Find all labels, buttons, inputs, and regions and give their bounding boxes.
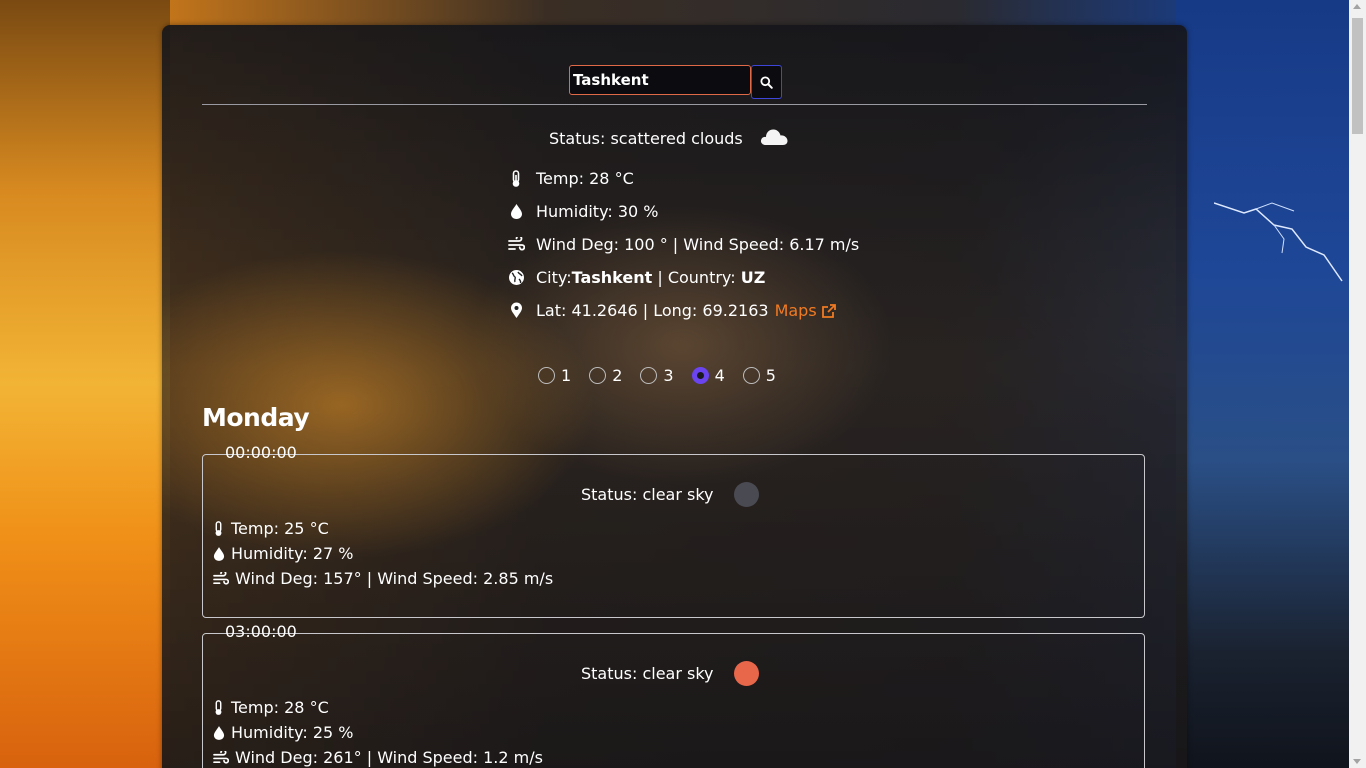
current-temp: Temp: 28 °C <box>536 169 634 188</box>
slot-humidity-row: Humidity: 25 % <box>213 723 354 742</box>
radio-button[interactable] <box>742 367 760 384</box>
slot-wind-row: Wind Deg: 157° | Wind Speed: 2.85 m/s <box>213 569 553 588</box>
current-humidity-row: Humidity: 30 % <box>507 202 659 221</box>
external-link-icon <box>821 303 836 318</box>
slot-status-text: Status: clear sky <box>581 485 714 504</box>
slot-temp-row: Temp: 28 °C <box>213 698 329 717</box>
radio-button[interactable] <box>538 367 555 384</box>
slot-time: 03:00:00 <box>225 622 297 641</box>
droplet-icon <box>213 546 227 562</box>
scrollbar-thumb[interactable] <box>1352 18 1363 134</box>
radio-button[interactable] <box>640 367 658 384</box>
current-location-row: City: Tashkent | Country: UZ <box>507 268 765 287</box>
city-search-input[interactable] <box>569 65 751 95</box>
day-title: Monday <box>202 403 310 432</box>
slot-humidity: Humidity: 25 % <box>231 723 354 742</box>
droplet-icon <box>213 725 227 741</box>
background-sunset <box>0 0 170 768</box>
day-option-label: 1 <box>561 366 572 385</box>
moon-icon <box>733 482 759 507</box>
slot-time: 00:00:00 <box>225 443 297 462</box>
thermometer-icon <box>213 520 227 537</box>
search-bar <box>569 65 782 99</box>
city-prefix: City: <box>536 268 572 287</box>
thermometer-icon <box>213 699 227 716</box>
sun-icon <box>733 661 759 686</box>
page-scrollbar[interactable] <box>1349 0 1366 768</box>
day-option-4[interactable]: 4 <box>691 366 725 385</box>
background-storm <box>1176 0 1366 768</box>
current-wind-row: Wind Deg: 100 ° | Wind Speed: 6.17 m/s <box>507 235 859 254</box>
lightning-decoration <box>1214 202 1343 282</box>
current-wind: Wind Deg: 100 ° | Wind Speed: 6.17 m/s <box>536 235 860 254</box>
country-code: UZ <box>740 268 766 287</box>
slot-temp-row: Temp: 25 °C <box>213 519 329 538</box>
search-icon <box>760 75 773 89</box>
radio-button[interactable] <box>589 367 607 384</box>
slot-wind: Wind Deg: 261° | Wind Speed: 1.2 m/s <box>235 748 543 767</box>
slot-humidity: Humidity: 27 % <box>231 544 354 563</box>
current-status: Status: scattered clouds <box>549 126 789 150</box>
wind-icon <box>213 571 231 586</box>
slot-temp: Temp: 28 °C <box>231 698 329 717</box>
slot-wind-row: Wind Deg: 261° | Wind Speed: 1.2 m/s <box>213 748 543 767</box>
map-pin-icon <box>507 302 525 320</box>
slot-wind: Wind Deg: 157° | Wind Speed: 2.85 m/s <box>235 569 554 588</box>
current-status-text: Status: scattered clouds <box>549 128 743 148</box>
day-option-label: 2 <box>612 366 623 385</box>
day-option-5[interactable]: 5 <box>742 366 776 385</box>
day-option-label: 3 <box>663 366 674 385</box>
slot-temp: Temp: 25 °C <box>231 519 329 538</box>
forecast-slot: 00:00:00 Status: clear sky Temp: 25 °C H… <box>202 443 1145 618</box>
city-name: Tashkent <box>571 268 653 287</box>
day-option-label: 4 <box>714 366 725 385</box>
coordinates: Lat: 41.2646 | Long: 69.2163 <box>536 301 769 320</box>
country-prefix: | Country: <box>652 268 741 287</box>
day-option-1[interactable]: 1 <box>538 366 571 385</box>
current-temp-row: Temp: 28 °C <box>507 169 634 188</box>
radio-button-checked[interactable] <box>691 367 709 384</box>
droplet-icon <box>507 203 525 221</box>
day-selector: 1 2 3 4 5 <box>538 366 794 385</box>
maps-link[interactable]: Maps <box>775 301 837 320</box>
day-option-2[interactable]: 2 <box>589 366 622 385</box>
day-option-label: 5 <box>765 366 776 385</box>
slot-status-row: Status: clear sky <box>581 482 759 507</box>
scroll-down-icon[interactable] <box>1353 759 1361 764</box>
globe-icon <box>507 269 525 287</box>
search-button[interactable] <box>751 65 782 99</box>
maps-link-label: Maps <box>774 301 817 320</box>
slot-humidity-row: Humidity: 27 % <box>213 544 354 563</box>
day-option-3[interactable]: 3 <box>640 366 674 385</box>
divider <box>202 104 1147 105</box>
current-humidity: Humidity: 30 % <box>536 202 659 221</box>
wind-icon <box>213 750 231 765</box>
current-coords-row: Lat: 41.2646 | Long: 69.2163 Maps <box>507 301 837 320</box>
scroll-up-icon[interactable] <box>1353 4 1361 9</box>
thermometer-icon <box>507 169 525 188</box>
wind-icon <box>507 236 525 254</box>
slot-status-text: Status: clear sky <box>581 664 714 683</box>
cloud-icon <box>759 126 789 150</box>
slot-status-row: Status: clear sky <box>581 661 759 686</box>
forecast-slot: 03:00:00 Status: clear sky Temp: 28 °C H… <box>202 622 1145 768</box>
